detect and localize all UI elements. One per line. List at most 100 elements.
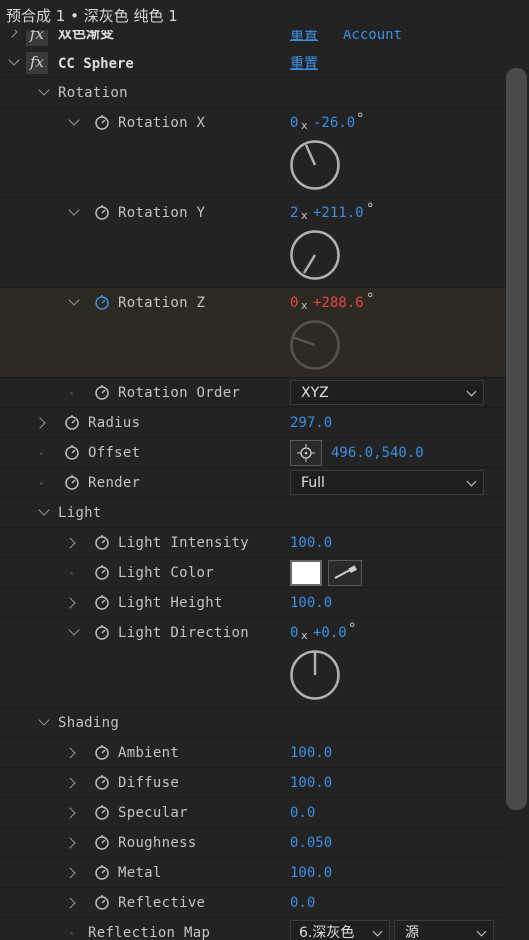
angle-dial-icon[interactable] <box>290 140 340 190</box>
about-link[interactable]: Account <box>343 30 402 48</box>
revolutions-value[interactable]: 0 <box>290 618 298 648</box>
ambient-value[interactable]: 100.0 <box>290 738 332 768</box>
chevron-down-icon[interactable] <box>8 54 20 66</box>
stopwatch-icon[interactable] <box>94 384 110 400</box>
fx-icon[interactable]: fx <box>26 52 48 74</box>
chevron-right-icon[interactable] <box>64 537 76 549</box>
reflective-value[interactable]: 0.0 <box>290 888 315 918</box>
revolutions-value[interactable]: 0 <box>290 108 298 138</box>
stopwatch-icon[interactable] <box>94 804 110 820</box>
prop-rotation-y[interactable]: Rotation Y 2 x +211.0 ° <box>0 198 505 288</box>
no-expand-dot <box>70 932 73 935</box>
offset-value[interactable]: 496.0,540.0 <box>331 438 424 468</box>
stopwatch-icon[interactable] <box>64 414 80 430</box>
metal-value[interactable]: 100.0 <box>290 858 332 888</box>
multiplier: x <box>301 299 308 312</box>
prop-render[interactable]: Render Full <box>0 468 505 498</box>
multiplier: x <box>301 209 308 222</box>
prop-roughness[interactable]: Roughness 0.050 <box>0 828 505 858</box>
prop-light-height[interactable]: Light Height 100.0 <box>0 588 505 618</box>
chevron-down-icon[interactable] <box>38 84 50 96</box>
prop-light-direction[interactable]: Light Direction 0 x +0.0 ° <box>0 618 505 708</box>
group-light[interactable]: Light <box>0 498 505 528</box>
revolutions-value[interactable]: 2 <box>290 198 298 228</box>
light-intensity-value[interactable]: 100.0 <box>290 528 332 558</box>
prop-diffuse[interactable]: Diffuse 100.0 <box>0 768 505 798</box>
color-swatch[interactable] <box>290 560 322 586</box>
chevron-down-icon[interactable] <box>68 204 80 216</box>
rotation-order-select[interactable]: XYZ <box>290 380 484 405</box>
chevron-right-icon[interactable] <box>6 30 18 38</box>
chevron-down-icon[interactable] <box>68 624 80 636</box>
reflection-source-select[interactable]: 源 <box>394 920 494 940</box>
chevron-right-icon[interactable] <box>34 417 46 429</box>
chevron-down-icon[interactable] <box>68 114 80 126</box>
stopwatch-icon[interactable] <box>94 774 110 790</box>
chevron-right-icon[interactable] <box>64 807 76 819</box>
chevron-right-icon[interactable] <box>64 597 76 609</box>
prop-radius[interactable]: Radius 297.0 <box>0 408 505 438</box>
group-rotation[interactable]: Rotation <box>0 78 505 108</box>
roughness-value[interactable]: 0.050 <box>290 828 332 858</box>
chevron-right-icon[interactable] <box>64 867 76 879</box>
stopwatch-icon[interactable] <box>64 444 80 460</box>
chevron-down-icon <box>466 386 477 397</box>
render-select[interactable]: Full <box>290 470 484 495</box>
stopwatch-icon[interactable] <box>94 864 110 880</box>
degrees-value[interactable]: +288.6 <box>313 288 364 318</box>
stopwatch-icon[interactable] <box>94 624 110 640</box>
prop-reflective[interactable]: Reflective 0.0 <box>0 888 505 918</box>
prop-offset[interactable]: Offset 496.0,540.0 <box>0 438 505 468</box>
chevron-right-icon[interactable] <box>64 897 76 909</box>
specular-value[interactable]: 0.0 <box>290 798 315 828</box>
prop-light-color[interactable]: Light Color <box>0 558 505 588</box>
stopwatch-icon[interactable] <box>94 744 110 760</box>
stopwatch-icon[interactable] <box>94 894 110 910</box>
stopwatch-icon[interactable] <box>94 594 110 610</box>
stopwatch-icon[interactable] <box>94 204 110 220</box>
prop-metal[interactable]: Metal 100.0 <box>0 858 505 888</box>
chevron-down-icon[interactable] <box>38 504 50 516</box>
crosshair-point-icon[interactable] <box>290 440 322 466</box>
angle-dial-icon[interactable] <box>290 230 340 280</box>
degrees-value[interactable]: -26.0 <box>313 108 355 138</box>
reset-link[interactable]: 重置 <box>290 49 318 79</box>
prop-reflection-map[interactable]: Reflection Map 6.深灰色 源 <box>0 918 505 940</box>
chevron-right-icon[interactable] <box>64 777 76 789</box>
prop-ambient[interactable]: Ambient 100.0 <box>0 738 505 768</box>
chevron-down-icon[interactable] <box>68 294 80 306</box>
eyedropper-icon[interactable] <box>328 560 362 586</box>
chevron-down-icon[interactable] <box>38 714 50 726</box>
group-shading[interactable]: Shading <box>0 708 505 738</box>
vertical-scrollbar[interactable] <box>506 68 527 810</box>
light-height-value[interactable]: 100.0 <box>290 588 332 618</box>
diffuse-value[interactable]: 100.0 <box>290 768 332 798</box>
chevron-right-icon[interactable] <box>64 747 76 759</box>
stopwatch-icon[interactable] <box>94 564 110 580</box>
multiplier: x <box>301 629 308 642</box>
stopwatch-icon[interactable] <box>94 534 110 550</box>
effect-row-gradient[interactable]: fx 双色渐变 重置 Account <box>0 30 505 48</box>
prop-light-intensity[interactable]: Light Intensity 100.0 <box>0 528 505 558</box>
angle-dial-icon[interactable] <box>290 320 340 370</box>
stopwatch-icon[interactable] <box>64 474 80 490</box>
prop-rotation-order[interactable]: Rotation Order XYZ <box>0 378 505 408</box>
radius-value[interactable]: 297.0 <box>290 408 332 438</box>
revolutions-value[interactable]: 0 <box>290 288 298 318</box>
chevron-right-icon[interactable] <box>64 837 76 849</box>
stopwatch-icon[interactable] <box>94 114 110 130</box>
angle-dial-icon[interactable] <box>290 650 340 700</box>
group-label: Light <box>58 505 102 521</box>
prop-rotation-z[interactable]: Rotation Z 0 x +288.6 ° <box>0 288 505 378</box>
stopwatch-icon[interactable] <box>94 834 110 850</box>
prop-specular[interactable]: Specular 0.0 <box>0 798 505 828</box>
degrees-value[interactable]: +211.0 <box>313 198 364 228</box>
prop-rotation-x[interactable]: Rotation X 0 x -26.0 ° <box>0 108 505 198</box>
fx-icon[interactable]: fx <box>26 30 48 46</box>
reset-link[interactable]: 重置 <box>290 30 318 48</box>
stopwatch-active-icon[interactable] <box>94 294 110 310</box>
effect-row-cc-sphere[interactable]: fx CC Sphere 重置 <box>0 48 505 78</box>
prop-label: Light Direction <box>118 625 249 641</box>
reflection-layer-select[interactable]: 6.深灰色 <box>290 920 390 940</box>
degrees-value[interactable]: +0.0 <box>313 618 347 648</box>
